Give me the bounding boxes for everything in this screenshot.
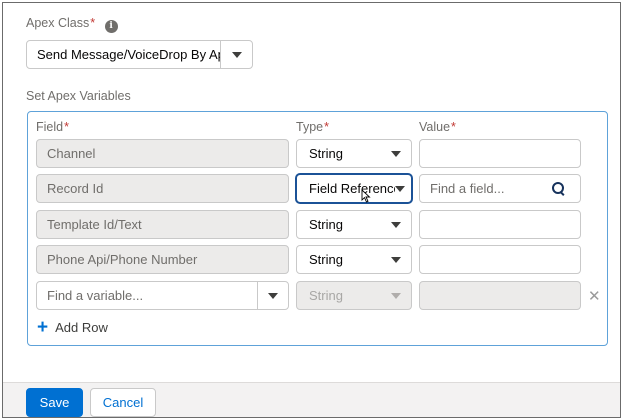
value-input-new-row (419, 281, 581, 310)
chevron-down-icon (395, 185, 405, 192)
apex-class-label: Apex Class* i (26, 16, 118, 33)
variable-dropdown-toggle[interactable] (257, 282, 288, 309)
apex-action-editor: Apex Class* i Send Message/VoiceDrop By … (2, 2, 621, 418)
apex-class-dropdown-toggle[interactable] (220, 41, 252, 68)
value-input-phone[interactable] (419, 245, 581, 274)
type-select-template-id[interactable]: String (296, 210, 412, 239)
required-marker: * (64, 120, 69, 134)
type-select-record-id[interactable]: Field Reference (296, 174, 412, 203)
type-value: String (309, 288, 343, 303)
type-select-phone[interactable]: String (296, 245, 412, 274)
variable-field-phone: Phone Api/Phone Number (36, 245, 289, 274)
mouse-cursor-icon (361, 189, 371, 203)
apex-class-select[interactable]: Send Message/VoiceDrop By Apex (26, 40, 253, 69)
apex-class-label-text: Apex Class (26, 16, 90, 30)
field-header-text: Field (36, 120, 64, 134)
value-input-channel[interactable] (419, 139, 581, 168)
chevron-down-icon (391, 292, 401, 299)
type-select-new-row: String (296, 281, 412, 310)
footer-bar: Save Cancel (3, 383, 620, 417)
type-header-text: Type (296, 120, 324, 134)
add-row-label: Add Row (55, 320, 108, 335)
apex-class-value: Send Message/VoiceDrop By Apex (37, 47, 220, 62)
required-marker: * (90, 16, 96, 30)
type-value: String (309, 252, 343, 267)
value-header-text: Value (419, 120, 451, 134)
variable-field-record-id: Record Id (36, 174, 289, 203)
chevron-down-icon (391, 150, 401, 157)
save-button[interactable]: Save (26, 388, 83, 417)
find-variable-combobox[interactable]: Find a variable... (36, 281, 289, 310)
variable-field-channel: Channel (36, 139, 289, 168)
search-icon[interactable] (552, 182, 566, 196)
variable-field-template-id: Template Id/Text (36, 210, 289, 239)
find-field-placeholder: Find a field... (430, 181, 505, 196)
add-row-button[interactable]: + Add Row (37, 316, 108, 338)
type-value: Field Reference (309, 181, 395, 196)
info-icon[interactable]: i (104, 20, 118, 33)
chevron-down-icon (391, 256, 401, 263)
required-marker: * (451, 120, 456, 134)
chevron-down-icon (391, 221, 401, 228)
value-input-template-id[interactable] (419, 210, 581, 239)
type-column-header: Type* (296, 120, 329, 134)
cancel-button[interactable]: Cancel (90, 388, 156, 417)
value-column-header: Value* (419, 120, 456, 134)
plus-icon: + (37, 316, 49, 338)
chevron-down-icon (268, 292, 278, 299)
required-marker: * (324, 120, 329, 134)
apex-variables-panel: Field* Type* Value* Channel String Recor… (27, 111, 608, 346)
type-value: String (309, 146, 343, 161)
chevron-down-icon (231, 51, 242, 58)
close-icon[interactable]: ✕ (588, 287, 601, 305)
value-field-lookup-record-id[interactable]: Find a field... (419, 174, 581, 203)
type-select-channel[interactable]: String (296, 139, 412, 168)
find-variable-placeholder: Find a variable... (47, 288, 144, 303)
set-apex-variables-label: Set Apex Variables (26, 89, 131, 103)
field-column-header: Field* (36, 120, 69, 134)
type-value: String (309, 217, 343, 232)
